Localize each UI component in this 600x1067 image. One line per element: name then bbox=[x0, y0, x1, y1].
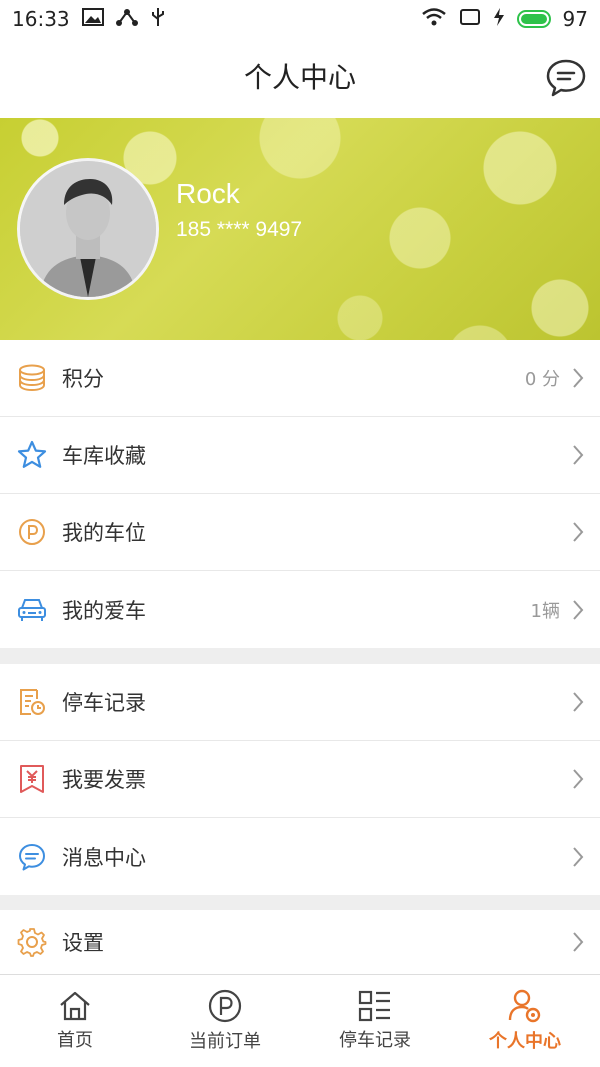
menu-label-message-center: 消息中心 bbox=[62, 845, 146, 870]
usb-icon bbox=[150, 7, 166, 32]
chevron-right-icon bbox=[570, 364, 586, 392]
image-icon bbox=[81, 7, 104, 31]
user-name: Rock bbox=[176, 178, 240, 209]
charging-icon bbox=[493, 7, 505, 32]
header: 个人中心 bbox=[0, 38, 600, 118]
status-time: 16:33 bbox=[12, 7, 70, 31]
menu-label-my-parking-space: 我的车位 bbox=[62, 521, 146, 545]
bottom-tab-bar: 首页 当前订单 停车记录 个人中心 bbox=[0, 974, 600, 1067]
parking-icon bbox=[16, 516, 48, 548]
star-icon bbox=[16, 439, 48, 471]
battery-level: 97 bbox=[562, 7, 588, 31]
parking-record-icon bbox=[16, 686, 48, 718]
message-button[interactable] bbox=[544, 56, 588, 100]
tab-current-orders[interactable]: 当前订单 bbox=[150, 975, 300, 1067]
menu-group-account: 积分 0 分 车库收藏 我的车位 我的爱车 1辆 bbox=[0, 340, 600, 648]
chevron-right-icon bbox=[570, 688, 586, 716]
menu-item-settings[interactable]: 设置 bbox=[0, 910, 600, 974]
status-bar: 16:33 97 bbox=[0, 0, 600, 38]
chevron-right-icon bbox=[570, 765, 586, 793]
points-value: 0 分 bbox=[524, 369, 560, 390]
tab-label-personal-center: 个人中心 bbox=[489, 1031, 561, 1052]
menu-label-invoice: 我要发票 bbox=[62, 768, 146, 792]
page-title: 个人中心 bbox=[243, 61, 356, 94]
menu-item-my-car[interactable]: 我的爱车 1辆 bbox=[0, 571, 600, 648]
profile-banner[interactable]: Rock 185 **** 9497 bbox=[0, 118, 600, 340]
menu-item-invoice[interactable]: 我要发票 bbox=[0, 741, 600, 818]
chevron-right-icon bbox=[570, 518, 586, 546]
message-icon bbox=[16, 841, 48, 873]
tab-label-current-orders: 当前订单 bbox=[189, 1031, 261, 1052]
menu-item-points[interactable]: 积分 0 分 bbox=[0, 340, 600, 417]
gear-icon bbox=[16, 926, 48, 958]
menu-label-my-car: 我的爱车 bbox=[62, 598, 146, 623]
user-phone: 185 **** 9497 bbox=[176, 218, 303, 241]
menu-item-my-parking-space[interactable]: 我的车位 bbox=[0, 494, 600, 571]
chevron-right-icon bbox=[570, 928, 586, 956]
chevron-right-icon bbox=[570, 596, 586, 624]
chevron-right-icon bbox=[570, 441, 586, 469]
menu-group-services: 停车记录 我要发票 消息中心 bbox=[0, 664, 600, 895]
avatar[interactable] bbox=[17, 158, 159, 300]
grid-list-icon bbox=[358, 990, 390, 1022]
tab-label-parking-records: 停车记录 bbox=[339, 1030, 411, 1051]
menu-item-parking-records[interactable]: 停车记录 bbox=[0, 664, 600, 741]
wifi-icon bbox=[421, 7, 447, 32]
network-share-icon bbox=[115, 7, 138, 31]
menu-label-garage-favorites: 车库收藏 bbox=[62, 444, 146, 468]
tab-label-home: 首页 bbox=[57, 1030, 93, 1051]
tab-parking-records[interactable]: 停车记录 bbox=[300, 975, 450, 1067]
tab-personal-center[interactable]: 个人中心 bbox=[450, 975, 600, 1067]
screen-icon bbox=[459, 7, 481, 31]
menu-item-garage-favorites[interactable]: 车库收藏 bbox=[0, 417, 600, 494]
menu-label-settings: 设置 bbox=[62, 931, 104, 955]
menu-label-points: 积分 bbox=[62, 367, 104, 391]
parking-icon bbox=[208, 989, 242, 1023]
car-count: 1辆 bbox=[530, 600, 560, 622]
menu-group-settings: 设置 bbox=[0, 910, 600, 974]
menu-label-parking-records: 停车记录 bbox=[62, 691, 146, 715]
car-icon bbox=[16, 594, 48, 626]
menu-item-message-center[interactable]: 消息中心 bbox=[0, 818, 600, 895]
home-icon bbox=[60, 991, 90, 1021]
user-settings-icon bbox=[508, 989, 541, 1023]
coins-icon bbox=[16, 362, 48, 394]
tab-home[interactable]: 首页 bbox=[0, 975, 150, 1067]
invoice-icon bbox=[16, 763, 48, 795]
chevron-right-icon bbox=[570, 843, 586, 871]
battery-icon bbox=[516, 10, 551, 28]
person-photo-icon bbox=[20, 161, 156, 297]
chat-bubble-icon bbox=[546, 59, 586, 97]
